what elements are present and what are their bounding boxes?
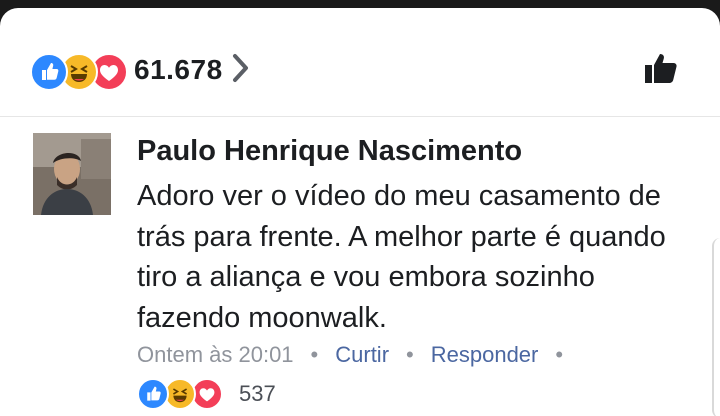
comment-reactions[interactable]: 537: [137, 376, 276, 412]
separator-dot: •: [310, 342, 319, 367]
thumbs-up-icon[interactable]: [644, 52, 678, 89]
separator-dot: •: [555, 342, 564, 367]
reaction-icons: [30, 48, 130, 92]
comment-reaction-icons: [137, 376, 237, 412]
separator-dot: •: [406, 342, 414, 367]
divider: [0, 116, 720, 117]
reaction-count: 61.678: [134, 54, 223, 85]
comment-reaction-count: 537: [239, 381, 276, 406]
like-link[interactable]: Curtir: [335, 342, 389, 368]
post-card: 61.678 Paulo Henrique Nascimento Adoro v…: [0, 8, 720, 416]
scroll-edge: [712, 238, 720, 416]
avatar[interactable]: [33, 133, 111, 215]
comment-text: Adoro ver o vídeo do meu casamento de tr…: [137, 180, 666, 334]
comment-meta: Ontem às 20:01 • Curtir • Responder •: [137, 342, 580, 368]
chevron-right-icon: [231, 52, 251, 89]
like-reaction-icon: [30, 53, 68, 91]
like-reaction-icon: [137, 378, 169, 410]
comment-timestamp[interactable]: Ontem às 20:01: [137, 342, 294, 368]
comment-author[interactable]: Paulo Henrique Nascimento: [137, 135, 522, 168]
reactions-summary[interactable]: 61.678: [30, 48, 251, 92]
reply-link[interactable]: Responder: [431, 342, 539, 368]
